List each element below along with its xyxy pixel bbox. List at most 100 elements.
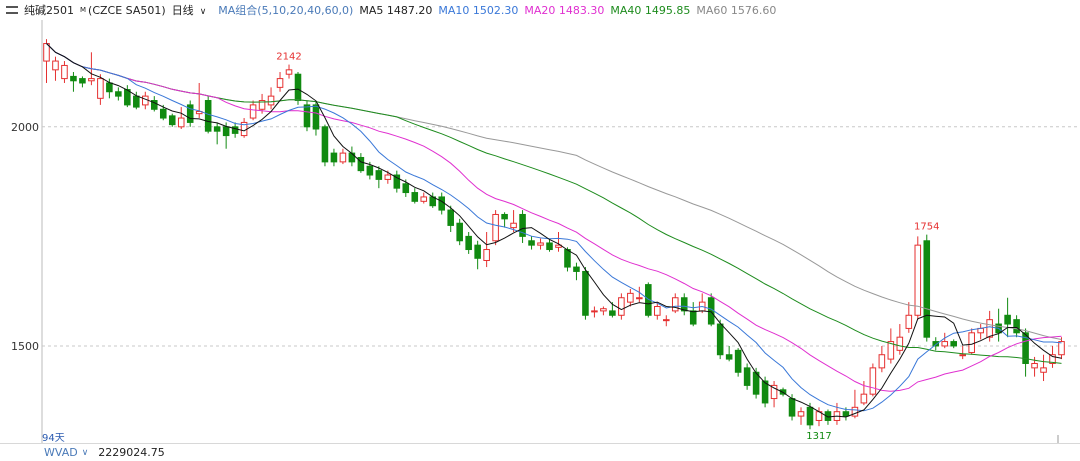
candle-body xyxy=(402,183,410,194)
candle-body xyxy=(662,319,670,322)
candle-body xyxy=(914,244,922,316)
candle-body xyxy=(52,60,59,71)
extreme-label: 1754 xyxy=(914,222,939,233)
ma-group-label[interactable]: MA组合(5,10,20,40,60,0) xyxy=(218,2,353,18)
candle-body xyxy=(97,78,104,99)
candle-body xyxy=(339,152,347,163)
candle-body xyxy=(213,126,221,132)
candle-body xyxy=(267,95,275,106)
candle-body xyxy=(1013,319,1020,334)
candle-body xyxy=(959,354,966,357)
candle-body xyxy=(609,310,616,316)
candle-body xyxy=(582,270,589,316)
symbol-label[interactable]: 纯碱2501 xyxy=(24,2,74,18)
candle-body xyxy=(321,126,329,163)
period-selector[interactable]: 日线 ∨ xyxy=(172,2,213,18)
candle-body xyxy=(294,73,302,102)
candle-body xyxy=(743,367,751,386)
candle-body xyxy=(564,249,571,268)
candle-body xyxy=(950,341,958,347)
candle-body xyxy=(106,82,113,93)
candle-body xyxy=(61,64,68,80)
candle-body xyxy=(276,78,284,88)
candle-body xyxy=(438,196,446,211)
candle-body xyxy=(124,89,131,106)
candle-body xyxy=(70,75,77,82)
candle-body xyxy=(546,242,553,251)
candle-body xyxy=(411,192,419,202)
chevron-down-icon[interactable]: ∨ xyxy=(82,448,89,458)
ma40-readout: MA40 1495.85 xyxy=(610,3,691,17)
candle-body xyxy=(968,332,975,354)
candle-body xyxy=(133,95,140,108)
chart-header: 纯碱2501 M (CZCE SA501) 日线 ∨ MA组合(5,10,20,4… xyxy=(0,0,1080,20)
candle-body xyxy=(142,95,149,106)
candle-body xyxy=(869,367,877,395)
period-label: 日线 xyxy=(171,4,194,17)
candle-body xyxy=(986,319,993,338)
indicator-name[interactable]: WVAD xyxy=(44,446,78,459)
candle-body xyxy=(923,240,931,338)
candle-body xyxy=(671,297,679,312)
candle-body xyxy=(654,306,661,316)
candle-body xyxy=(492,213,499,242)
candle-body xyxy=(43,43,50,62)
symbol-mark: M xyxy=(80,6,87,14)
candle-body xyxy=(591,310,598,313)
menu-icon[interactable] xyxy=(6,6,18,14)
indicator-bar: WVAD ∨ 2229024.75 xyxy=(0,443,1080,461)
candle-body xyxy=(79,78,86,84)
candle-body xyxy=(618,297,625,316)
indicator-value: 2229024.75 xyxy=(98,446,165,459)
candle-body xyxy=(627,292,634,303)
candle-body xyxy=(725,354,733,360)
days-count: 94天 xyxy=(42,433,65,444)
candle-body xyxy=(788,398,796,417)
candle-body xyxy=(222,126,230,137)
extreme-label: 2142 xyxy=(276,52,301,63)
candle-body xyxy=(115,91,122,97)
candle-body xyxy=(537,242,544,246)
candle-body xyxy=(159,108,167,119)
candle-body xyxy=(716,323,724,356)
candle-body xyxy=(797,411,805,417)
candle-body xyxy=(600,308,607,312)
candle-body xyxy=(474,244,481,259)
candle-body xyxy=(249,104,257,119)
candle-body xyxy=(285,69,293,75)
candle-body xyxy=(88,78,95,82)
candle-body xyxy=(510,222,517,229)
ma60-readout: MA60 1576.60 xyxy=(696,3,777,17)
candlestick-chart[interactable]: 2000 1500 2142 1754 1317 xyxy=(0,20,1080,443)
candle-body xyxy=(680,297,688,312)
candle-body xyxy=(573,266,580,272)
candle-body xyxy=(330,152,338,163)
candle-body xyxy=(878,354,886,369)
candle-body xyxy=(384,174,392,180)
candle-body xyxy=(734,349,742,373)
candle-body xyxy=(528,240,535,246)
candle-body xyxy=(366,165,374,176)
candle-body xyxy=(420,196,428,202)
candle-body xyxy=(456,222,463,242)
candle-body xyxy=(1004,314,1011,325)
candle-body xyxy=(303,104,311,128)
candle-body xyxy=(312,104,320,130)
y-tick-label: 1500 xyxy=(11,340,39,353)
ma10-readout: MA10 1502.30 xyxy=(438,3,519,17)
ma5-readout: MA5 1487.20 xyxy=(359,3,433,17)
candle-body xyxy=(689,310,697,325)
candle-body xyxy=(177,117,185,128)
candle-body xyxy=(447,209,454,226)
candle-body xyxy=(842,411,850,417)
candle-body xyxy=(860,393,868,404)
candle-body xyxy=(375,170,383,180)
chevron-down-icon: ∨ xyxy=(199,7,207,17)
candle-body xyxy=(1058,341,1065,356)
candle-body xyxy=(465,235,472,251)
candle-body xyxy=(905,314,913,329)
candle-body xyxy=(896,336,904,351)
candle-body xyxy=(501,213,508,220)
ma20-readout: MA20 1483.30 xyxy=(524,3,605,17)
candle-body xyxy=(204,100,212,132)
